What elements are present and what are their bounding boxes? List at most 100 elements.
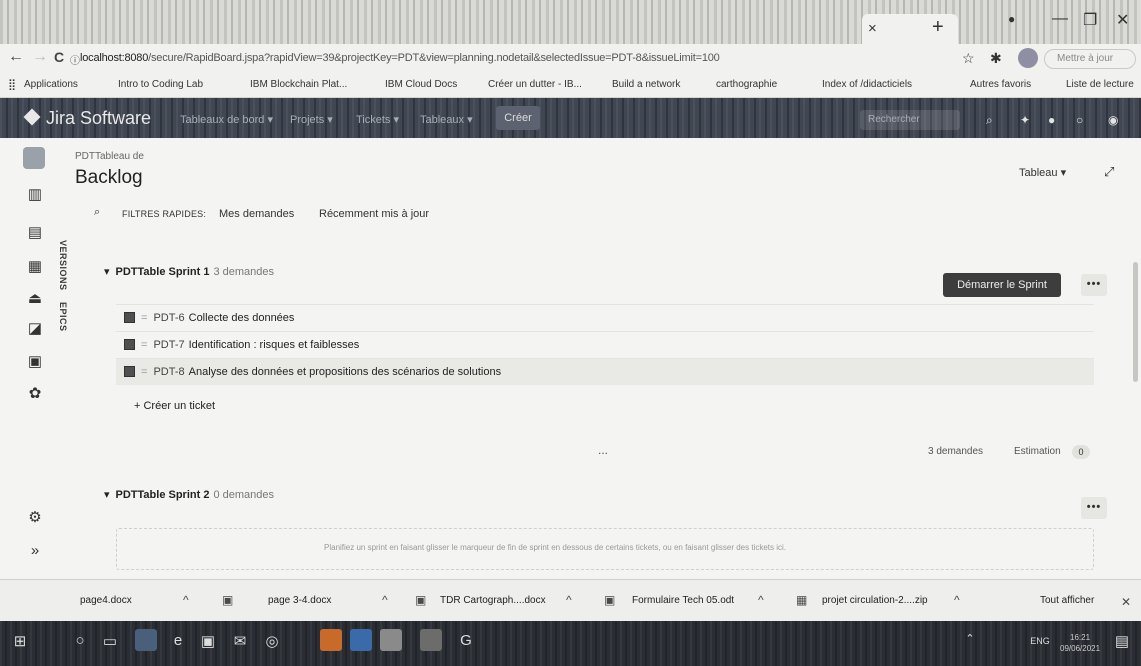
issue-key[interactable]: PDT-7 [153,339,184,351]
chevron-up-icon[interactable]: ^ [382,593,388,607]
menu-projects[interactable]: Projets ▾ [290,113,333,126]
expand-sidebar-icon[interactable]: » [27,542,43,559]
bookmark-other-favorites[interactable]: Autres favoris [970,79,1031,90]
action-center-icon[interactable]: ▤ [1112,632,1132,650]
bookmark-apps[interactable]: Applications [24,79,78,90]
menu-dashboards[interactable]: Tableaux de bord ▾ [180,113,273,126]
download-item[interactable]: page 3-4.docx [268,595,331,606]
create-ticket-button[interactable]: + Créer un ticket [134,400,215,412]
app-icon[interactable] [420,629,442,651]
close-downloads-icon[interactable]: ✕ [1121,595,1131,609]
roadmap-icon[interactable]: ▥ [27,185,43,203]
chevron-up-icon[interactable]: ^ [183,593,189,607]
download-item[interactable]: Formulaire Tech 05.odt [632,595,734,606]
filter-recently-updated[interactable]: Récemment mis à jour [319,208,429,220]
reload-icon[interactable]: C [54,49,64,65]
tray-icons[interactable]: ⌃ [960,632,980,645]
jira-search-input[interactable]: Rechercher [860,110,960,130]
collapse-chevron-icon[interactable]: ▾ [104,266,110,278]
update-button[interactable]: Mettre à jour [1044,49,1136,69]
bookmark-ibm-blockchain[interactable]: IBM Blockchain Plat... [250,79,347,90]
new-tab-icon[interactable]: + [932,16,944,39]
bookmark-didacticiels[interactable]: Index of /didacticiels [822,79,912,90]
task-view-icon[interactable]: ▭ [100,632,120,650]
issue-key[interactable]: PDT-8 [153,366,184,378]
search-icon[interactable]: ⌕ [986,113,993,128]
fullscreen-icon[interactable]: ⤢ [1104,164,1114,180]
download-item[interactable]: TDR Cartograph....docx [440,595,546,606]
user-avatar-icon[interactable]: ◉ [1108,113,1118,127]
tab-close-icon[interactable]: × [868,20,877,37]
url-field[interactable]: localhost:8080/secure/RapidBoard.jspa?ra… [80,52,720,64]
edge-icon[interactable]: e [168,632,188,649]
backlog-icon[interactable]: ▤ [27,223,43,241]
forward-arrow-icon[interactable]: → [32,48,48,66]
powerpoint-icon[interactable] [320,629,342,651]
issue-row[interactable]: = PDT-7 Identification : risques et faible… [116,332,1094,358]
minimize-icon[interactable]: — [1052,10,1068,28]
create-button[interactable]: Créer [496,106,540,130]
download-item[interactable]: projet circulation-2....zip [822,595,928,606]
breadcrumb[interactable]: PDTTableau de [75,151,144,162]
file-explorer-icon[interactable] [135,629,157,651]
apps-grid-icon[interactable]: ⣿ [8,78,16,91]
sprint-2-more-button[interactable]: ••• [1081,497,1107,519]
store-icon[interactable]: ▣ [198,632,218,650]
star-icon[interactable]: ☆ [962,50,975,67]
reading-list[interactable]: Liste de lecture [1066,79,1134,90]
chevron-up-icon[interactable]: ^ [566,593,572,607]
chevron-up-icon[interactable]: ^ [758,593,764,607]
filter-my-issues[interactable]: Mes demandes [219,208,294,220]
notifications-icon[interactable]: ✦ [1020,113,1030,127]
profile-avatar[interactable] [1018,48,1038,68]
chevron-up-icon[interactable]: ^ [954,593,960,607]
sprint-1-ellipsis[interactable]: ... [598,443,608,457]
project-settings-icon[interactable]: ⚙ [27,508,43,526]
help-icon[interactable]: ● [1048,113,1055,127]
settings-icon[interactable]: ○ [1076,113,1083,127]
epics-tab[interactable]: EPICS [58,302,68,332]
sprint-2-header[interactable]: ▾ PDTTable Sprint 20 demandes [104,488,274,501]
releases-icon[interactable]: ⏏ [27,289,43,307]
menu-tickets[interactable]: Tickets ▾ [356,113,399,126]
board-view-select[interactable]: Tableau ▾ [1019,166,1066,179]
back-arrow-icon[interactable]: ← [8,48,24,66]
menu-boards[interactable]: Tableaux ▾ [420,113,473,126]
board-icon[interactable]: ▦ [27,257,43,275]
issues-icon[interactable]: ▣ [27,352,43,370]
issue-row-selected[interactable]: = PDT-8 Analyse des données et proposition… [116,359,1094,385]
collapse-chevron-icon[interactable]: ▾ [104,489,110,501]
extensions-icon[interactable]: ✱ [990,50,1002,67]
components-icon[interactable]: ✿ [27,384,43,402]
bookmark-build-network[interactable]: Build a network [612,79,680,90]
language-indicator[interactable]: ENG [1030,636,1050,646]
word-icon[interactable] [350,629,372,651]
bookmark-creer-cluster[interactable]: Créer un dutter - IB... [488,79,582,90]
download-item[interactable]: page4.docx [80,595,132,606]
app-icon[interactable]: G [456,632,476,649]
scrollbar[interactable] [1133,262,1138,382]
issue-row[interactable]: = PDT-6 Collecte des données [116,305,1094,331]
mail-icon[interactable]: ✉ [230,632,250,650]
reports-icon[interactable]: ◪ [27,319,43,337]
app-icon[interactable] [380,629,402,651]
start-icon[interactable]: ⊞ [10,632,30,650]
jira-logo[interactable]: Jira Software [23,108,151,129]
project-avatar[interactable] [23,147,45,169]
chrome-icon[interactable]: ◎ [262,632,282,650]
search-icon[interactable]: ○ [70,632,90,649]
sprint-1-more-button[interactable]: ••• [1081,274,1107,296]
bookmark-ibm-cloud[interactable]: IBM Cloud Docs [385,79,457,90]
show-all-downloads[interactable]: Tout afficher [1040,595,1094,606]
filter-search-icon[interactable]: ⌕ [94,206,100,219]
start-sprint-button[interactable]: Démarrer le Sprint [943,273,1061,297]
maximize-icon[interactable]: ❐ [1083,10,1097,30]
sprint-1-header[interactable]: ▾ PDTTable Sprint 13 demandes [104,265,274,278]
window-close-icon[interactable]: ✕ [1116,10,1129,30]
issue-key[interactable]: PDT-6 [153,312,184,324]
bookmark-coding-lab[interactable]: Intro to Coding Lab [118,79,203,90]
bookmark-carthographie[interactable]: carthographie [716,79,777,90]
system-clock[interactable]: 16:21 09/06/2021 [1060,632,1100,654]
versions-tab[interactable]: VERSIONS [58,240,68,291]
profile-dot-icon[interactable]: ● [1008,12,1015,26]
